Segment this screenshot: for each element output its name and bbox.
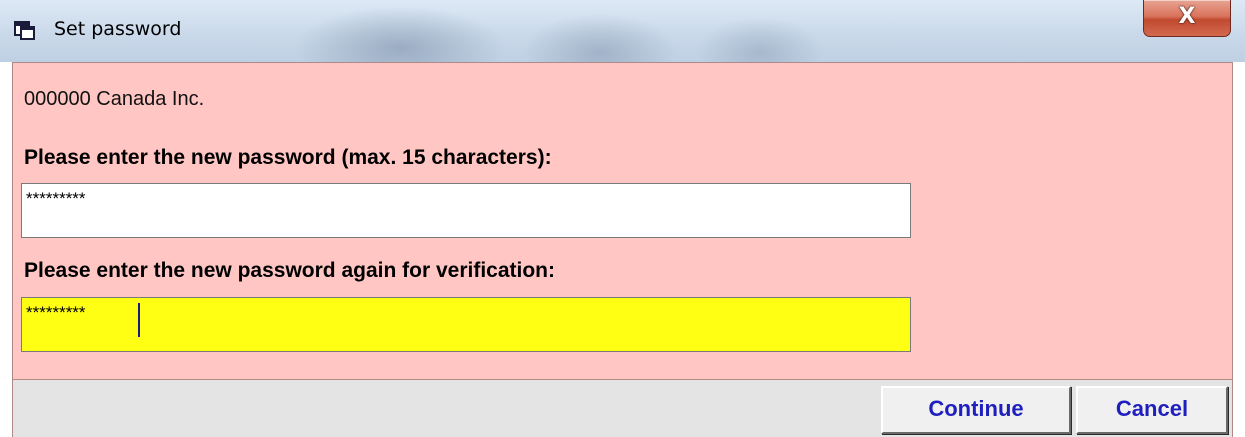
cancel-button[interactable]: Cancel <box>1076 386 1228 434</box>
app-window-icon <box>14 20 36 40</box>
close-icon: X <box>1178 4 1196 29</box>
title-bar[interactable]: Set password X <box>0 0 1245 62</box>
window-title: Set password <box>54 18 182 40</box>
company-name: 000000 Canada Inc. <box>24 88 205 110</box>
continue-button[interactable]: Continue <box>881 386 1071 434</box>
verify-password-masked-value: ********* <box>26 303 86 322</box>
verify-password-label: Please enter the new password again for … <box>24 259 555 282</box>
close-button[interactable]: X <box>1143 0 1231 37</box>
new-password-label: Please enter the new password (max. 15 c… <box>24 146 552 169</box>
new-password-field[interactable]: ********* <box>21 183 911 238</box>
set-password-dialog: Set password X 000000 Canada Inc. Please… <box>0 0 1245 437</box>
new-password-masked-value: ********* <box>26 189 86 208</box>
text-cursor <box>138 303 140 337</box>
verify-password-field[interactable]: ********* <box>21 297 911 352</box>
